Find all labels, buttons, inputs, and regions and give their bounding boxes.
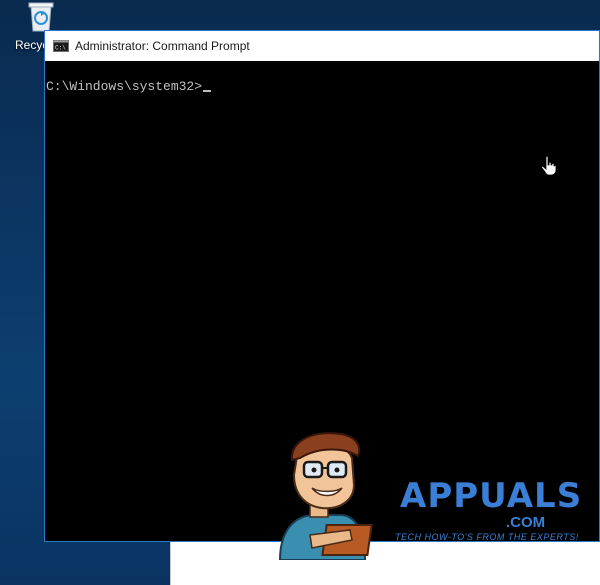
text-caret bbox=[203, 90, 212, 92]
console-prompt: C:\Windows\system32> bbox=[46, 79, 212, 94]
mascot-illustration bbox=[278, 432, 373, 560]
window-title: Administrator: Command Prompt bbox=[75, 39, 250, 53]
prompt-text: C:\Windows\system32> bbox=[46, 79, 203, 94]
watermark-brand: APPUALS bbox=[400, 476, 583, 516]
appuals-watermark: APPUALS .COM TECH HOW-TO'S FROM THE EXPE… bbox=[270, 430, 581, 560]
title-bar[interactable]: C:\ Administrator: Command Prompt bbox=[45, 31, 599, 61]
svg-text:C:\: C:\ bbox=[55, 45, 66, 52]
hand-cursor-icon bbox=[541, 156, 557, 176]
cmd-icon: C:\ bbox=[53, 40, 69, 52]
watermark-tagline: TECH HOW-TO'S FROM THE EXPERTS! bbox=[395, 532, 579, 542]
recycle-bin-icon bbox=[28, 2, 54, 32]
desktop: Recyc C:\ Administrator: Command Prompt … bbox=[0, 0, 600, 585]
watermark-domain: .COM bbox=[506, 514, 546, 531]
